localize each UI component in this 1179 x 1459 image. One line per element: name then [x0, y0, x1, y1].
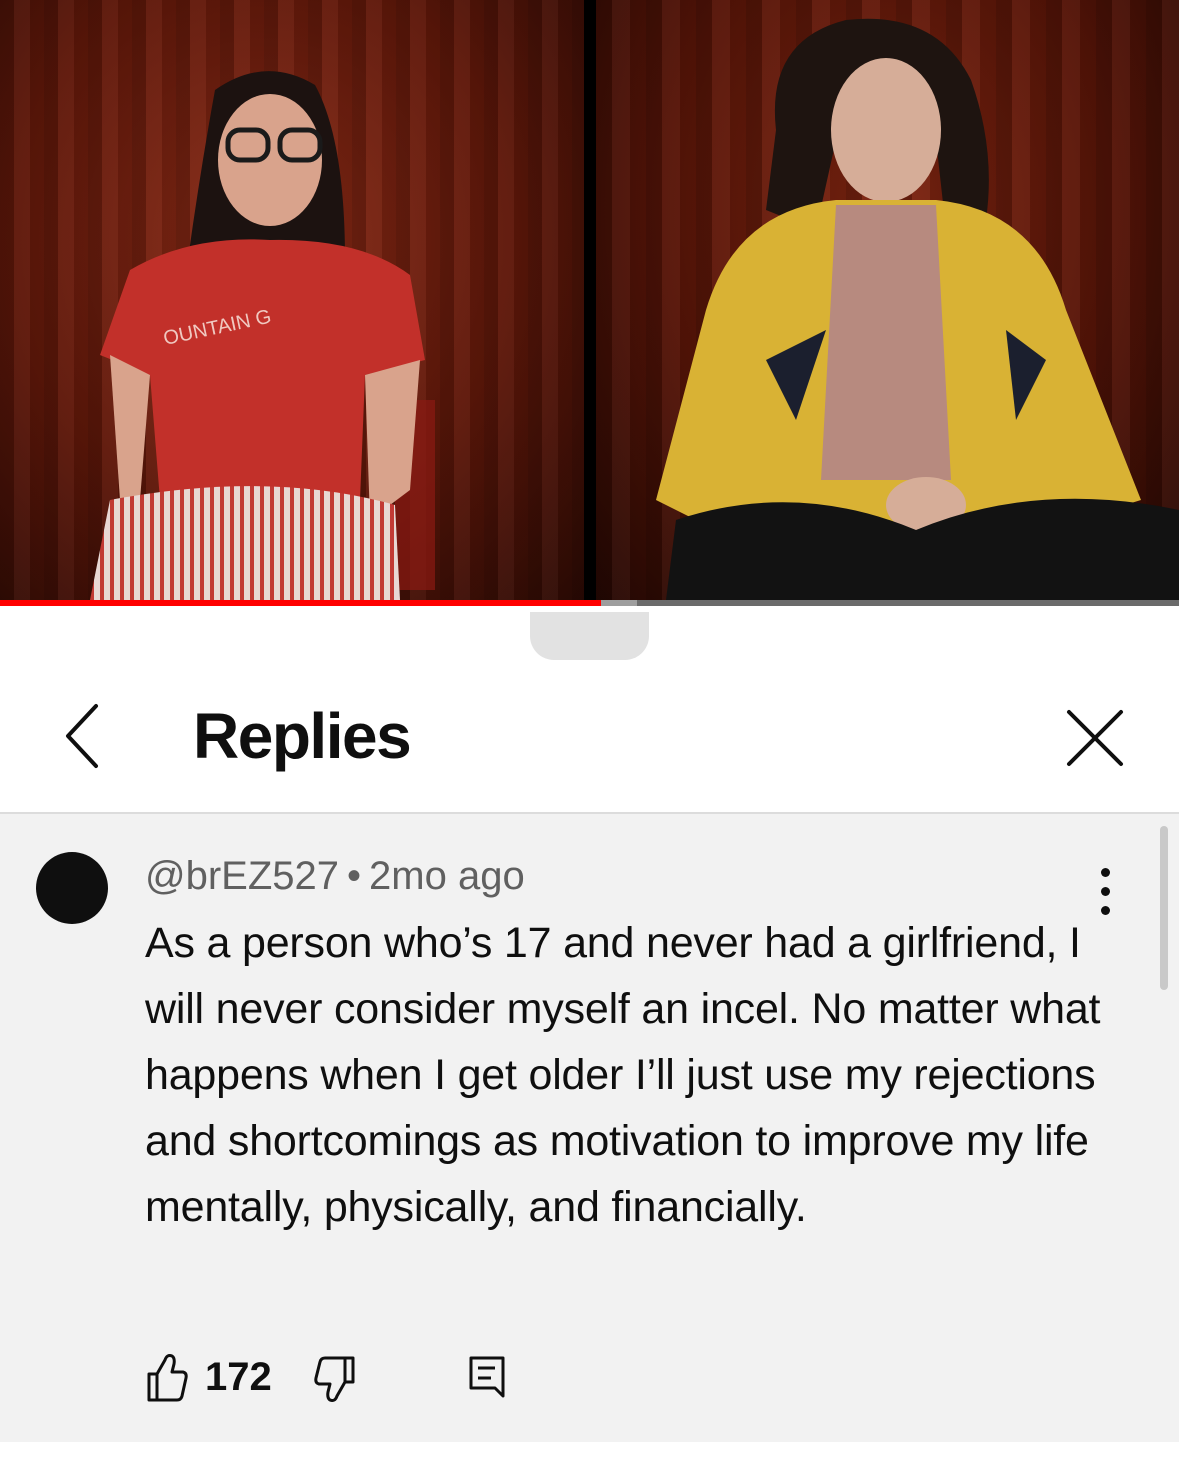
thumbs-down-icon — [314, 1356, 355, 1402]
more-vertical-icon — [1101, 887, 1110, 896]
video-right-frame — [596, 0, 1179, 600]
drag-handle[interactable] — [530, 612, 649, 660]
comment-text: As a person who’s 17 and never had a gir… — [145, 919, 1101, 1231]
comment-author[interactable]: @brEZ527 — [145, 854, 339, 898]
page-title: Replies — [193, 700, 412, 772]
meta-separator: • — [347, 854, 362, 898]
like-count: 172 — [205, 1355, 272, 1399]
reply-button[interactable] — [465, 1348, 511, 1408]
like-button[interactable] — [145, 1348, 189, 1408]
avatar[interactable] — [36, 852, 108, 924]
thumbs-up-icon — [147, 1354, 188, 1402]
video-left-frame: OUNTAIN G — [0, 0, 584, 600]
comment-card: @brEZ527 • 2mo ago As a person who’s 17 an… — [0, 814, 1179, 1442]
bottom-spacer — [0, 1442, 1179, 1459]
dislike-button[interactable] — [313, 1348, 357, 1408]
close-icon — [1067, 710, 1123, 766]
back-button[interactable] — [52, 696, 116, 776]
woman-figure: OUNTAIN G — [90, 71, 435, 600]
reply-comment-icon — [469, 1356, 505, 1398]
comment-time: 2mo ago — [369, 854, 525, 898]
video-player[interactable]: OUNTAIN G — [0, 0, 1179, 606]
more-vertical-icon — [1101, 868, 1110, 877]
comment-meta: @brEZ527 • 2mo ago — [145, 852, 525, 900]
chevron-left-icon — [66, 704, 98, 768]
close-button[interactable] — [1054, 698, 1136, 780]
replies-sheet: Replies @brEZ527 • 2mo ago As a person who… — [0, 606, 1179, 1459]
man-figure — [656, 18, 1179, 600]
scrollbar[interactable] — [1160, 826, 1168, 990]
